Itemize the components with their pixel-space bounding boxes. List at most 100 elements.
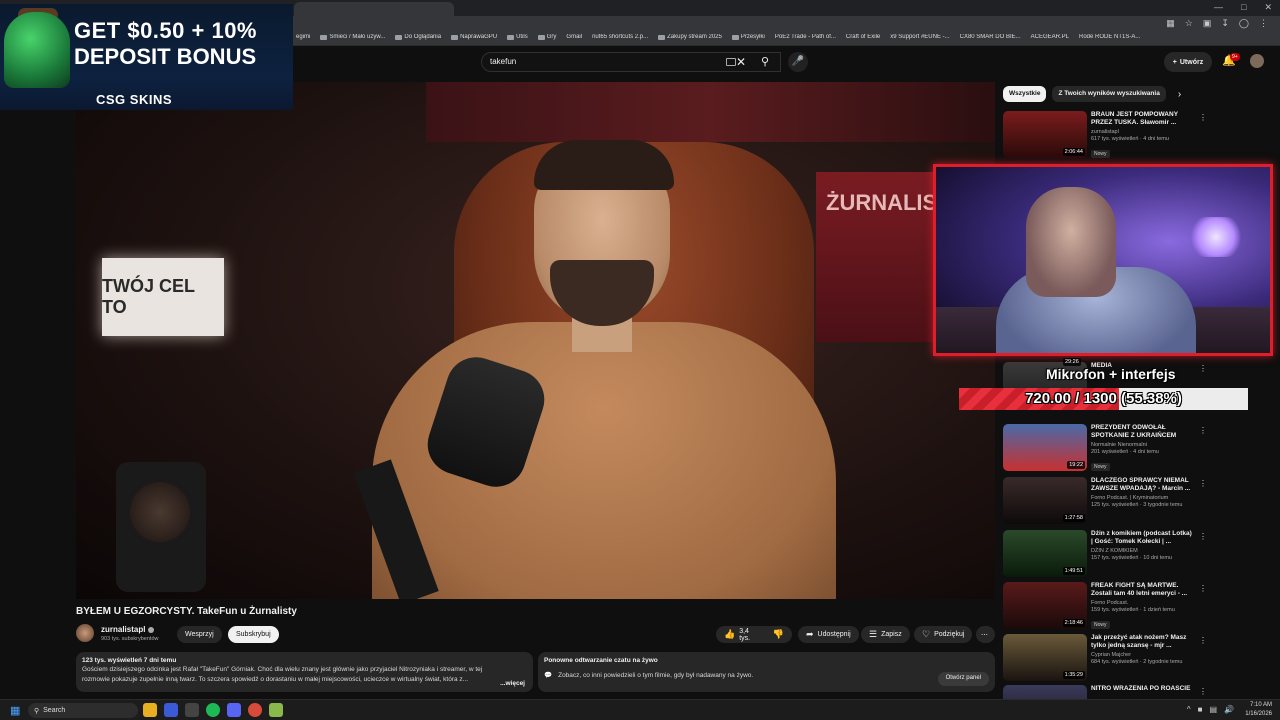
video-thumbnail[interactable]: 1:27:58	[1003, 477, 1087, 524]
bookmark-item[interactable]: Zakupy stream 2025	[658, 34, 722, 40]
like-count[interactable]: 3,4 tys.	[739, 628, 761, 642]
browser-menu-icon[interactable]: ⋮	[1259, 18, 1268, 29]
folder-icon	[451, 34, 459, 40]
more-options-icon[interactable]: ⋮	[1199, 479, 1207, 488]
video-poster: ŻURNALISTA	[816, 172, 965, 342]
video-description[interactable]: 123 tys. wyświetleń 7 dni temu Gościem d…	[76, 652, 533, 692]
thanks-button[interactable]: ♡ Podziękuj	[914, 626, 973, 643]
bookmark-item[interactable]: Śmieci / Mało używ...	[320, 34, 385, 40]
clear-search-icon[interactable]: ✕	[736, 55, 746, 69]
recommended-video[interactable]: 2:18:46 FREAK FIGHT SĄ MARTWE. Zostali ta…	[1003, 582, 1208, 632]
video-thumbnail[interactable]: 1:49:51	[1003, 530, 1087, 577]
download-icon[interactable]: ↧	[1221, 18, 1229, 29]
video-thumbnail[interactable]: 2:18:46	[1003, 582, 1087, 629]
bookmark-item[interactable]: Do Oglądania	[395, 34, 441, 40]
taskbar-clock[interactable]: 7:10 AM 1/16/2026	[1245, 701, 1272, 719]
filter-chip[interactable]: Wszystkie	[1003, 86, 1047, 102]
app-icon[interactable]	[269, 703, 283, 717]
maximize-icon[interactable]: □	[1241, 2, 1246, 13]
video-thumbnail[interactable]: 1:35:29	[1003, 634, 1087, 681]
bookmark-item[interactable]: ACEGEAR.PL	[1031, 34, 1069, 40]
filter-chip[interactable]: Z Twoich wyników wyszukiwania	[1052, 86, 1166, 102]
volume-icon[interactable]: 🔊	[1224, 705, 1234, 714]
file-explorer-icon[interactable]	[143, 703, 157, 717]
bookmark-item[interactable]: x9 Support #EUNE -...	[890, 34, 949, 40]
support-button[interactable]: Wesprzyj	[177, 626, 222, 643]
more-options-icon[interactable]: ⋮	[1199, 364, 1207, 373]
tray-app-icon[interactable]: ■	[1198, 705, 1203, 714]
recommended-video[interactable]: 1:35:29 Jak przeżyć atak nożem? Masz tylk…	[1003, 634, 1208, 684]
bookmark-label: Craft of Exile	[845, 34, 881, 40]
search-input[interactable]: takefun	[490, 57, 516, 66]
app-icon[interactable]	[164, 703, 178, 717]
account-avatar[interactable]	[1250, 54, 1264, 68]
video-duration: 2:18:46	[1062, 619, 1085, 627]
bookmark-item[interactable]: Gmail	[566, 34, 582, 40]
video-thumbnail[interactable]: 19:22	[1003, 424, 1087, 471]
bookmark-item[interactable]: Rode RODE NT1S-A...	[1079, 34, 1140, 40]
donation-goal-bar: 720.00 / 1300 (55.38%)	[959, 388, 1248, 410]
open-panel-button[interactable]: Otwórz panel	[937, 672, 989, 686]
browser-tab[interactable]	[294, 2, 454, 16]
video-title: NITRO WRAŻENIA PO ROAŚCIE	[1091, 685, 1191, 692]
bookmark-item[interactable]: NaprawaGPU	[451, 34, 497, 40]
channel-name[interactable]: zurnalistapl	[101, 625, 155, 634]
bookmark-item[interactable]: Utils	[507, 34, 528, 40]
video-stats: 201 wyświetleń · 4 dni temu	[1091, 449, 1159, 455]
dislike-icon[interactable]: 👎	[773, 629, 784, 640]
voice-search-button[interactable]: 🎤	[788, 52, 808, 72]
bookmark-item[interactable]: PoE2 Trade - Path of...	[775, 34, 836, 40]
ad-headline-1: GET $0.50 + 10%	[74, 18, 257, 43]
app-icon[interactable]	[185, 703, 199, 717]
taskbar-search[interactable]: ⚲ Search	[28, 703, 138, 718]
video-player[interactable]: TWÓJ CEL TO ŻURNALISTA	[76, 82, 995, 599]
like-icon[interactable]: 👍	[724, 629, 735, 640]
channel-avatar[interactable]	[76, 624, 94, 642]
subscribe-button[interactable]: Subskrybuj	[228, 626, 279, 643]
more-options-icon[interactable]: ⋮	[1199, 426, 1207, 435]
share-button[interactable]: ➦ Udostępnij	[798, 626, 859, 643]
search-button[interactable]: ⚲	[751, 52, 779, 72]
recommended-video[interactable]: 1:49:51 Dżin z komikiem (podcast Lotka) |…	[1003, 530, 1208, 580]
network-icon[interactable]: ▤	[1209, 705, 1217, 714]
extension-icon[interactable]: ▦	[1166, 18, 1175, 29]
bookmark-label: Śmieci / Mało używ...	[329, 34, 386, 40]
more-options-icon[interactable]: ⋮	[1199, 532, 1207, 541]
profile-icon[interactable]: ◯	[1239, 18, 1249, 29]
extensions-puzzle-icon[interactable]: ▣	[1203, 18, 1212, 29]
bookmark-star-icon[interactable]: ☆	[1185, 18, 1193, 29]
spotify-icon[interactable]	[206, 703, 220, 717]
minimize-icon[interactable]: —	[1214, 2, 1223, 13]
video-thumbnail[interactable]: 2:06:44	[1003, 111, 1087, 158]
video-stats: 684 tys. wyświetleń · 2 tygodnie temu	[1091, 659, 1183, 665]
bookmark-item[interactable]: Gry	[537, 34, 556, 40]
more-options-icon[interactable]: ⋮	[1199, 687, 1207, 696]
recommended-video[interactable]: 19:22 PREZYDENT ODWOŁAŁ SPOTKANIE Z UKRAI…	[1003, 424, 1208, 474]
create-button[interactable]: + Utwórz	[1164, 52, 1212, 72]
video-title: PREZYDENT ODWOŁAŁ SPOTKANIE Z UKRAIŃCEM	[1091, 424, 1177, 439]
toolbar-icons: ▦ ☆ ▣ ↧ ◯ ⋮	[1166, 18, 1268, 29]
more-options-icon[interactable]: ⋮	[1199, 636, 1207, 645]
discord-icon[interactable]	[227, 703, 241, 717]
more-actions-button[interactable]: ⋯	[976, 626, 995, 643]
windows-start-icon[interactable]: ▦	[10, 704, 20, 717]
chevron-right-icon[interactable]: ›	[1178, 89, 1181, 100]
bookmark-item[interactable]: Craft of Exile	[846, 34, 880, 40]
chrome-icon[interactable]	[248, 703, 262, 717]
more-options-icon[interactable]: ⋮	[1199, 584, 1207, 593]
description-more-link[interactable]: ...więcej	[500, 680, 525, 687]
save-button[interactable]: ☰ Zapisz	[861, 626, 910, 643]
ad-banner[interactable]: GET $0.50 + 10% DEPOSIT BONUS CSG SKINS	[0, 4, 293, 110]
bookmark-item[interactable]: nut65 shortcuts 2.p...	[592, 34, 648, 40]
recommended-video[interactable]: 2:06:44 BRAUN JEST POMPOWANY PRZEZ TUSKA.…	[1003, 111, 1208, 161]
bookmark-item[interactable]: Przesyłki	[731, 34, 765, 40]
video-info: FREAK FIGHT SĄ MARTWE. Zostali tam 40 le…	[1091, 582, 1195, 631]
tray-chevron-icon[interactable]: ^	[1187, 705, 1191, 714]
keyboard-icon[interactable]	[726, 58, 736, 66]
bookmark-item[interactable]: egimi	[296, 34, 310, 40]
recommended-video[interactable]: 1:27:58 DLACZEGO SPRAWCY NIEMAL ZAWSZE WP…	[1003, 477, 1208, 527]
search-box[interactable]: takefun ✕	[481, 52, 781, 72]
close-window-icon[interactable]: ✕	[1264, 2, 1272, 13]
bookmark-item[interactable]: CX80 SMAR DO BIE...	[960, 34, 1021, 40]
more-options-icon[interactable]: ⋮	[1199, 113, 1207, 122]
